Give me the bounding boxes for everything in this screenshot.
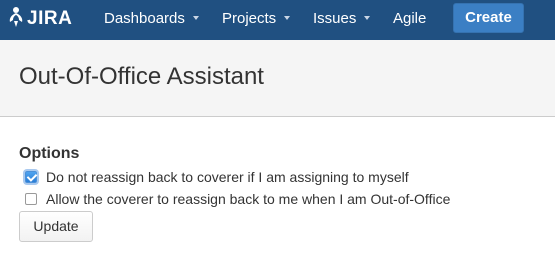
nav-issues[interactable]: Issues	[313, 0, 371, 40]
page-header: Out-Of-Office Assistant	[0, 40, 555, 117]
update-button[interactable]: Update	[19, 211, 93, 242]
page-title: Out-Of-Office Assistant	[19, 63, 264, 90]
chevron-down-icon	[192, 16, 199, 20]
nav-agile-label: Agile	[393, 10, 427, 27]
create-button[interactable]: Create	[453, 3, 524, 33]
nav-projects[interactable]: Projects	[222, 0, 291, 40]
allow-reassign-label[interactable]: Allow the coverer to reassign back to me…	[46, 191, 450, 207]
no-reassign-label[interactable]: Do not reassign back to coverer if I am …	[46, 169, 409, 185]
nav-projects-label: Projects	[222, 10, 277, 27]
nav-issues-label: Issues	[313, 10, 357, 27]
atlassian-icon	[8, 6, 24, 33]
chevron-down-icon	[284, 16, 291, 20]
option-allow-reassign[interactable]: Allow the coverer to reassign back to me…	[25, 190, 450, 208]
option-no-reassign[interactable]: Do not reassign back to coverer if I am …	[25, 168, 409, 186]
no-reassign-checkbox[interactable]	[25, 171, 37, 183]
chevron-down-icon	[364, 16, 371, 20]
jira-logo[interactable]: JIRA	[8, 6, 73, 33]
nav-dashboards-label: Dashboards	[104, 10, 185, 27]
options-heading: Options	[19, 145, 80, 162]
top-navigation-bar: JIRA Dashboards Projects Issues Agile Cr…	[0, 0, 555, 40]
logo-text: JIRA	[27, 8, 73, 29]
nav-dashboards[interactable]: Dashboards	[104, 0, 199, 40]
allow-reassign-checkbox[interactable]	[25, 193, 37, 205]
nav-agile[interactable]: Agile	[393, 0, 426, 40]
